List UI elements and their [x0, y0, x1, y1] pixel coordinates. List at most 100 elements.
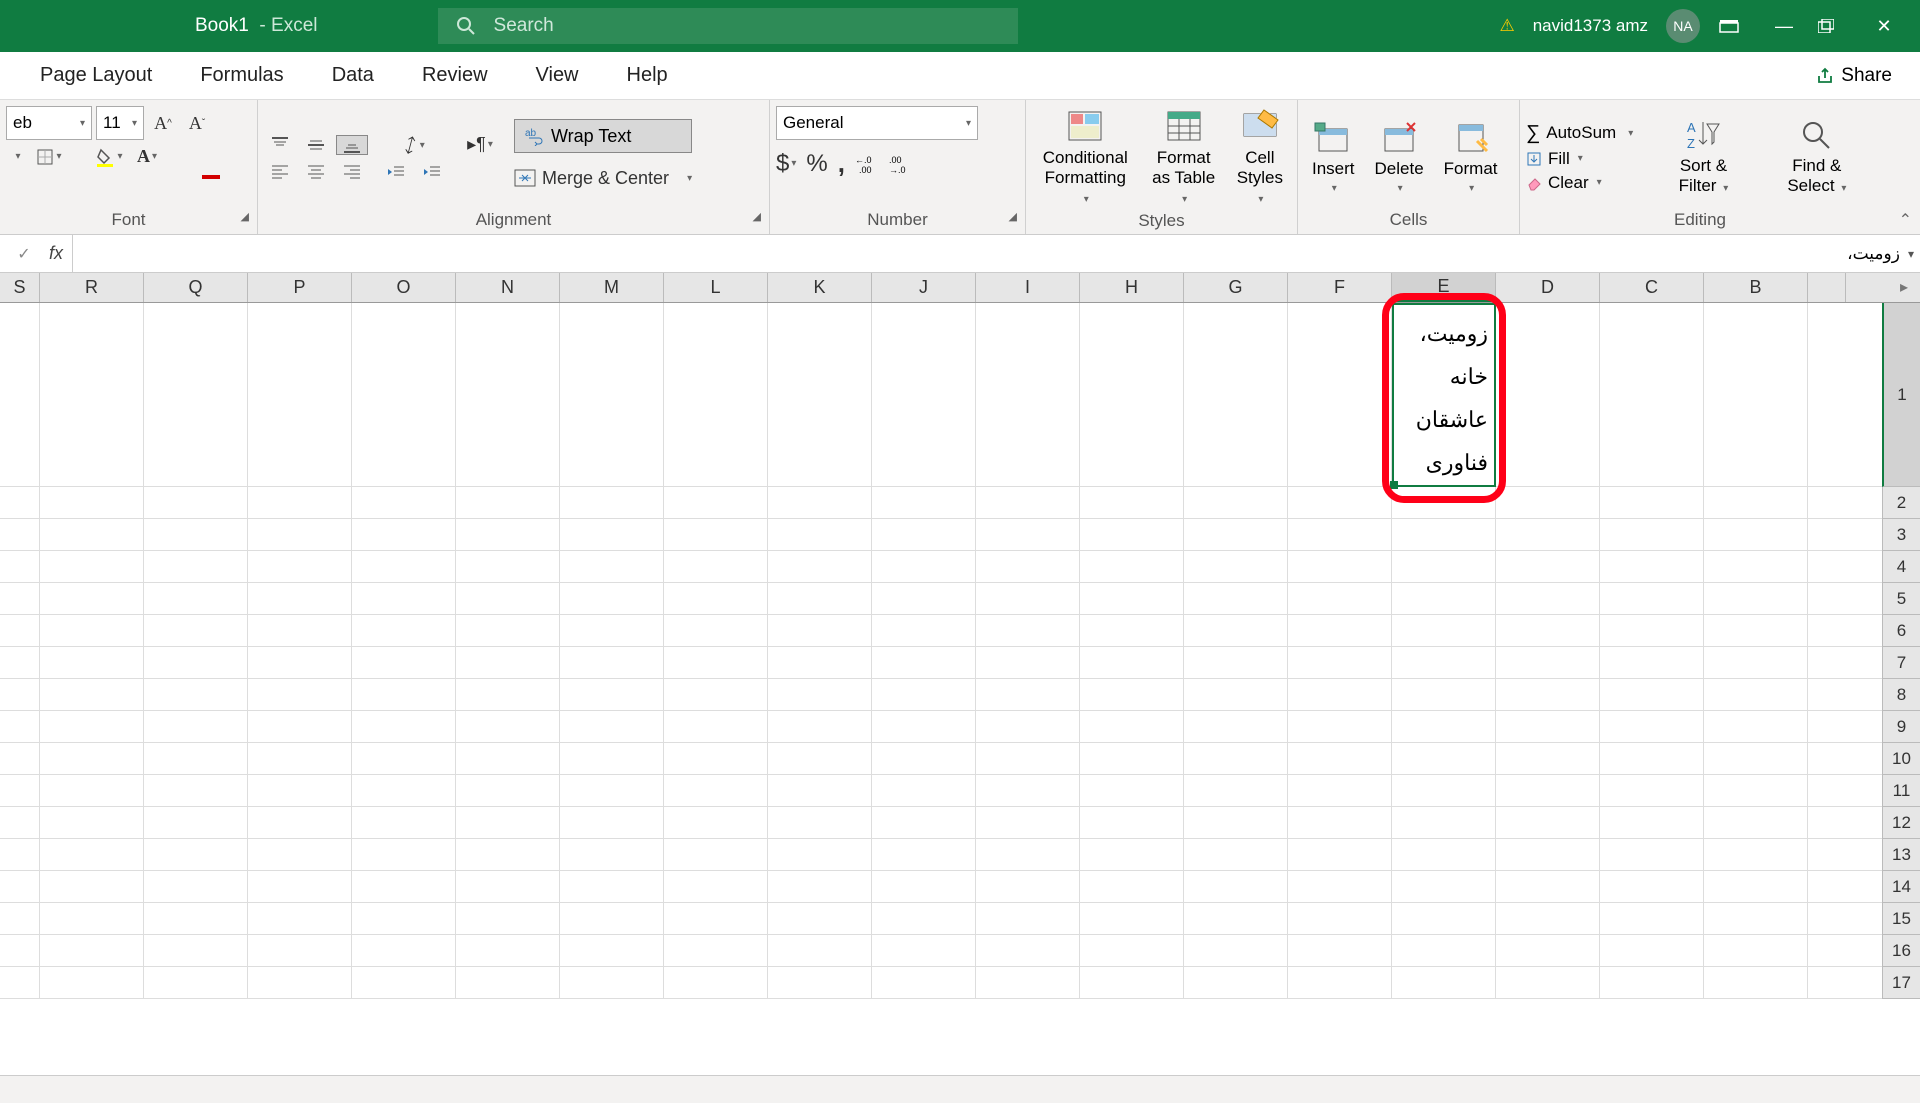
search-box[interactable]: Search	[438, 8, 1018, 44]
align-right-button[interactable]	[336, 163, 368, 179]
align-bottom-button[interactable]	[336, 135, 368, 155]
column-header[interactable]: J	[872, 273, 976, 302]
wrap-text-button[interactable]: ab Wrap Text	[514, 119, 692, 153]
active-cell[interactable]: زومیت، خانه عاشقان فناوری	[1392, 303, 1496, 487]
tab-data[interactable]: Data	[332, 64, 374, 87]
format-as-table-button[interactable]: Format as Table ▾	[1143, 106, 1225, 209]
tab-review[interactable]: Review	[422, 64, 488, 87]
merge-icon	[514, 169, 536, 187]
percent-format-button[interactable]: %	[806, 150, 827, 178]
alignment-launcher[interactable]: ◢	[753, 210, 761, 223]
column-header[interactable]: L	[664, 273, 768, 302]
formula-input[interactable]	[72, 235, 1847, 272]
row-header[interactable]: 8	[1882, 679, 1920, 711]
align-top-button[interactable]	[264, 136, 296, 154]
cell-styles-button[interactable]: Cell Styles ▾	[1229, 106, 1291, 209]
font-size-combo[interactable]: 11▾	[96, 106, 144, 140]
spreadsheet-grid[interactable]: SRQPONMLKJIHGFEDCB ▸ 1234567891011121314…	[0, 273, 1920, 1075]
avatar[interactable]: NA	[1666, 9, 1700, 43]
row-header[interactable]: 11	[1882, 775, 1920, 807]
orientation-button[interactable]: ⤢▾	[394, 135, 434, 156]
column-header[interactable]: N	[456, 273, 560, 302]
share-button[interactable]: Share	[1817, 65, 1892, 87]
column-header[interactable]: H	[1080, 273, 1184, 302]
conditional-formatting-button[interactable]: Conditional Formatting ▾	[1032, 106, 1139, 209]
align-center-button[interactable]	[300, 163, 332, 179]
column-header[interactable]: O	[352, 273, 456, 302]
maximize-button[interactable]	[1818, 19, 1850, 33]
tab-help[interactable]: Help	[627, 64, 668, 87]
column-header[interactable]: I	[976, 273, 1080, 302]
increase-font-button[interactable]: A^	[148, 113, 178, 134]
row-header[interactable]: 3	[1882, 519, 1920, 551]
borders-button[interactable]: ▾	[32, 148, 66, 166]
column-header[interactable]: K	[768, 273, 872, 302]
delete-button[interactable]: Delete▾	[1367, 119, 1432, 196]
find-select-button[interactable]: Find & Select ▾	[1760, 116, 1874, 197]
tab-view[interactable]: View	[536, 64, 579, 87]
row-header[interactable]: 6	[1882, 615, 1920, 647]
row-header[interactable]: 1	[1882, 303, 1920, 487]
formula-expand-button[interactable]: ▾	[1908, 247, 1914, 261]
font-color-button[interactable]: A▾	[130, 146, 164, 167]
tab-page-layout[interactable]: Page Layout	[40, 64, 152, 87]
fill-color-button[interactable]: ▾	[92, 147, 126, 167]
number-format-combo[interactable]: General▾	[776, 106, 978, 140]
column-header[interactable]: B	[1704, 273, 1808, 302]
column-header[interactable]: S	[0, 273, 40, 302]
row-header[interactable]: 15	[1882, 903, 1920, 935]
ribbon-display-button[interactable]	[1718, 18, 1750, 34]
column-header[interactable]: D	[1496, 273, 1600, 302]
row-header[interactable]: 16	[1882, 935, 1920, 967]
row-header[interactable]: 14	[1882, 871, 1920, 903]
clear-button[interactable]: Clear▾	[1526, 173, 1602, 193]
editing-group: ∑AutoSum▾ Fill▾ Clear▾ AZ Sort & Filter …	[1520, 100, 1880, 234]
decrease-font-button[interactable]: Aˇ	[182, 113, 212, 134]
row-header[interactable]: 17	[1882, 967, 1920, 999]
bold-button-partial[interactable]: ▾	[6, 151, 28, 162]
row-header[interactable]: 4	[1882, 551, 1920, 583]
insert-icon	[1313, 121, 1353, 155]
text-direction-button[interactable]: ▸¶▾	[460, 134, 500, 155]
row-header[interactable]: 5	[1882, 583, 1920, 615]
row-header[interactable]: 13	[1882, 839, 1920, 871]
row-header[interactable]: 7	[1882, 647, 1920, 679]
editing-group-label: Editing	[1526, 208, 1874, 232]
column-header[interactable]: E	[1392, 273, 1496, 302]
column-header[interactable]: F	[1288, 273, 1392, 302]
cancel-formula-button[interactable]: ✓	[8, 244, 40, 264]
align-left-button[interactable]	[264, 163, 296, 179]
row-header[interactable]: 9	[1882, 711, 1920, 743]
tab-formulas[interactable]: Formulas	[200, 64, 283, 87]
column-header[interactable]: Q	[144, 273, 248, 302]
row-header[interactable]: 12	[1882, 807, 1920, 839]
sort-filter-button[interactable]: AZ Sort & Filter ▾	[1651, 116, 1755, 197]
column-header[interactable]: P	[248, 273, 352, 302]
decrease-decimal-button[interactable]: .00→.0	[889, 154, 913, 174]
column-header[interactable]: C	[1600, 273, 1704, 302]
column-header[interactable]: M	[560, 273, 664, 302]
collapse-ribbon-button[interactable]: ⌃	[1899, 210, 1912, 230]
minimize-button[interactable]: —	[1768, 16, 1800, 37]
increase-decimal-button[interactable]: ←.0.00	[855, 154, 879, 174]
fx-button[interactable]: fx	[40, 243, 72, 264]
row-header[interactable]: 10	[1882, 743, 1920, 775]
insert-button[interactable]: Insert▾	[1304, 119, 1363, 196]
close-button[interactable]: ✕	[1868, 16, 1900, 37]
merge-center-button[interactable]: Merge & Center ▾	[514, 168, 692, 189]
column-header[interactable]: R	[40, 273, 144, 302]
fill-handle[interactable]	[1390, 481, 1398, 489]
row-header[interactable]: 2	[1882, 487, 1920, 519]
increase-indent-button[interactable]	[416, 164, 448, 180]
font-launcher[interactable]: ◢	[241, 210, 249, 223]
column-header[interactable]: G	[1184, 273, 1288, 302]
autosum-button[interactable]: ∑AutoSum▾	[1526, 122, 1633, 145]
accounting-format-button[interactable]: $▾	[776, 150, 796, 178]
comma-format-button[interactable]: ,	[838, 148, 845, 179]
align-middle-button[interactable]	[300, 136, 332, 154]
decrease-indent-button[interactable]	[380, 164, 412, 180]
font-name-combo[interactable]: eb▾	[6, 106, 92, 140]
fill-button[interactable]: Fill▾	[1526, 149, 1583, 169]
format-button[interactable]: Format▾	[1436, 119, 1506, 196]
number-launcher[interactable]: ◢	[1009, 210, 1017, 223]
